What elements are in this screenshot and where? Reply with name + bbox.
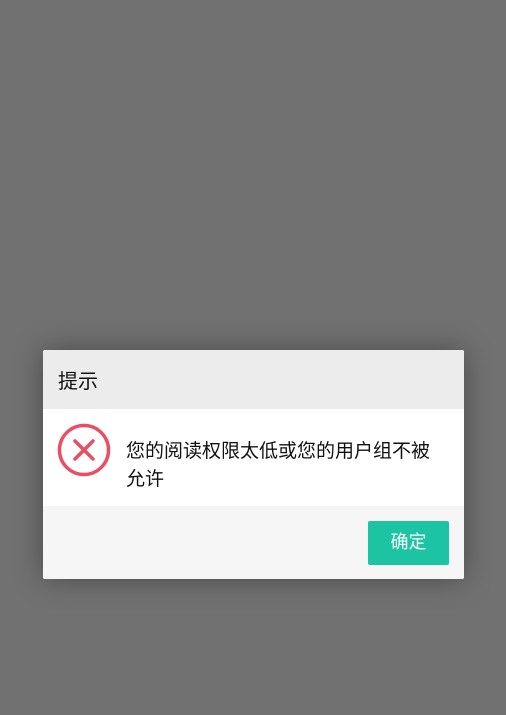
confirm-button[interactable]: 确定	[368, 521, 449, 565]
dialog-body: 您的阅读权限太低或您的用户组不被允许	[43, 409, 464, 506]
dialog-header: 提示	[43, 350, 464, 409]
error-icon	[57, 423, 111, 477]
dialog-title: 提示	[58, 369, 98, 393]
alert-dialog: 提示 您的阅读权限太低或您的用户组不被允许 确定	[43, 350, 464, 579]
dialog-footer: 确定	[43, 506, 464, 579]
dialog-message: 您的阅读权限太低或您的用户组不被允许	[126, 440, 431, 490]
